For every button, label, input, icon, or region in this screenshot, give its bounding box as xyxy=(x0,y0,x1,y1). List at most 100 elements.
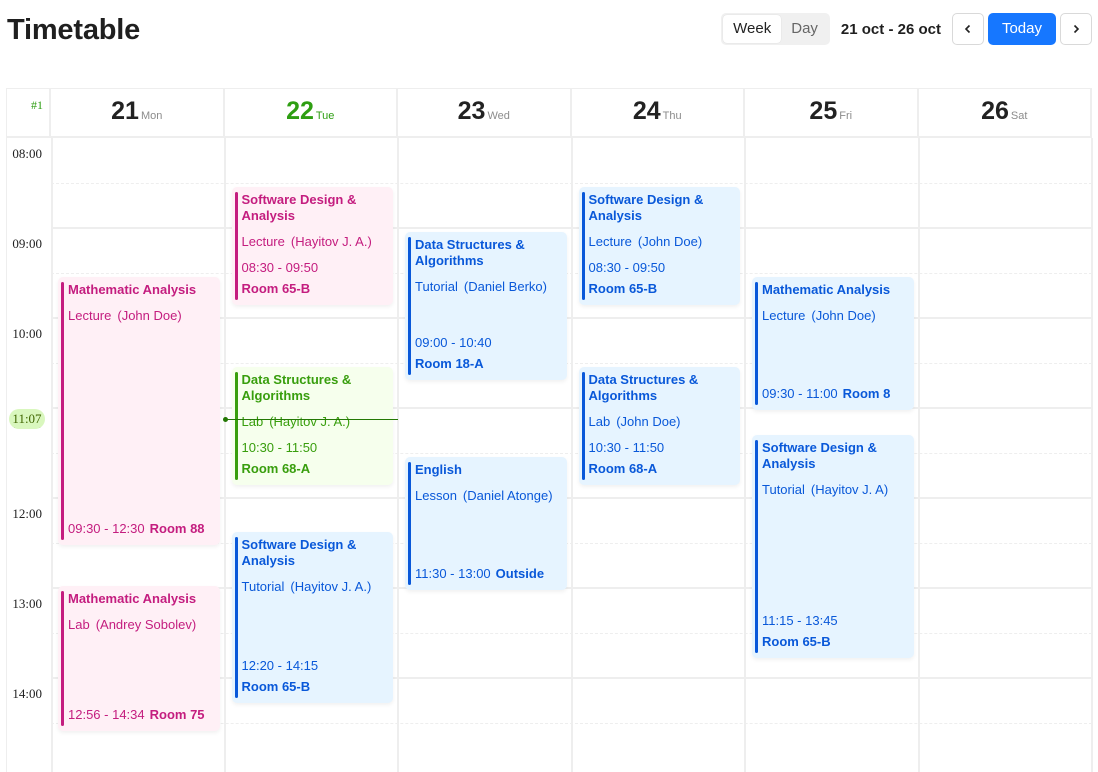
event-card[interactable]: Software Design & Analysis Lecture (Hayito… xyxy=(231,187,393,305)
column-divider xyxy=(917,138,920,772)
event-card[interactable]: Mathematic Analysis Lab (Andrey Sobolev) 12… xyxy=(58,586,220,731)
event-details: Lab (Andrey Sobolev) xyxy=(68,617,214,633)
event-card[interactable]: Data Structures & Algorithms Lab (John Doe… xyxy=(578,367,740,485)
toolbar: Week Day 21 oct - 26 oct Today xyxy=(721,13,1092,45)
event-card[interactable]: English Lesson (Daniel Atonge) 11:30 - 13:0… xyxy=(405,457,567,590)
event-card[interactable]: Data Structures & Algorithms Tutorial (Dan… xyxy=(405,232,567,380)
day-header[interactable]: 26 Sat xyxy=(919,89,1092,137)
event-time: 11:30 - 13:00 xyxy=(415,566,491,581)
event-type: Lab xyxy=(588,414,611,429)
event-footer: 11:15 - 13:45 Room 65-B xyxy=(762,613,910,650)
event-title: English xyxy=(415,462,462,477)
column-divider xyxy=(744,138,746,772)
event-room: Room 65-B xyxy=(241,678,311,694)
event-card[interactable]: Software Design & Analysis Tutorial (Hayit… xyxy=(231,532,393,703)
event-title: Software Design & Analysis xyxy=(241,537,357,568)
event-title: Mathematic Analysis xyxy=(762,282,891,297)
event-time: 09:00 - 10:40 xyxy=(415,335,492,350)
event-card[interactable]: Mathematic Analysis Lecture (John Doe) 09:3… xyxy=(752,277,914,410)
day-number: 23 xyxy=(457,97,486,125)
event-teacher: (Daniel Berko) xyxy=(463,279,547,294)
day-header[interactable]: 22 Tue xyxy=(225,89,398,137)
event-type: Tutorial xyxy=(762,481,805,497)
day-header[interactable]: 24 Thu xyxy=(572,89,745,137)
view-day-button[interactable]: Day xyxy=(781,15,828,43)
event-title: Mathematic Analysis xyxy=(68,591,197,606)
column-divider xyxy=(6,138,7,772)
event-details: Tutorial (Daniel Berko) xyxy=(415,279,561,295)
column-divider xyxy=(1091,138,1093,772)
event-room: Room 8 xyxy=(842,386,891,401)
date-range: 21 oct - 26 oct xyxy=(840,20,941,38)
next-week-button[interactable] xyxy=(1060,13,1092,45)
column-divider xyxy=(51,138,53,772)
hour-label: 14:00 xyxy=(12,686,42,701)
event-time: 08:30 - 09:50 xyxy=(588,260,666,275)
event-room: Room 88 xyxy=(149,521,205,536)
current-time-line xyxy=(224,418,398,420)
event-teacher: (John Doe) xyxy=(616,414,681,429)
event-teacher: (Hayitov J. A.) xyxy=(269,414,351,429)
event-details: Lecture (John Doe) xyxy=(762,308,908,324)
event-footer: 08:30 - 09:50 Room 65-B xyxy=(589,260,737,297)
event-details: Lecture (John Doe) xyxy=(589,234,735,250)
hour-label: 10:00 xyxy=(12,326,42,341)
day-header[interactable]: 21 Mon xyxy=(51,89,225,137)
event-time: 08:30 - 09:50 xyxy=(241,260,319,275)
today-button[interactable]: Today xyxy=(987,13,1056,45)
event-type: Lecture xyxy=(241,234,285,249)
hour-label: 08:00 xyxy=(12,146,42,161)
event-footer: 12:20 - 14:15 Room 65-B xyxy=(242,658,390,695)
event-details: Tutorial (Hayitov J. A) xyxy=(762,482,908,498)
event-footer: 09:30 - 12:30 Room 88 xyxy=(68,521,216,537)
calendar-grid: 08:0009:0010:0011:0012:0013:0014:00Mathe… xyxy=(6,138,1093,772)
day-header[interactable]: 23 Wed xyxy=(398,89,572,137)
event-type: Tutorial xyxy=(241,579,285,594)
event-time: 10:30 - 11:50 xyxy=(588,440,665,455)
day-name: Mon xyxy=(140,110,163,122)
event-teacher: (John Doe) xyxy=(637,234,703,249)
event-teacher: (Hayitov J. A.) xyxy=(290,579,372,594)
page-title: Timetable xyxy=(7,14,141,46)
event-type: Lecture xyxy=(588,234,632,249)
view-week-button[interactable]: Week xyxy=(723,15,782,43)
event-teacher: (Hayitov J. A) xyxy=(810,481,889,497)
event-title: Software Design & Analysis xyxy=(241,192,357,223)
prev-week-button[interactable] xyxy=(951,13,984,45)
event-time: 09:30 - 12:30 xyxy=(68,521,145,536)
event-type: Lesson xyxy=(415,488,457,503)
column-divider xyxy=(397,138,399,772)
event-footer: 11:30 - 13:00 Outside xyxy=(415,566,563,582)
event-footer: 09:30 - 11:00 Room 8 xyxy=(762,386,910,402)
event-title: Software Design & Analysis xyxy=(762,439,877,471)
event-teacher: (Hayitov J. A.) xyxy=(290,234,372,249)
day-name: Tue xyxy=(315,110,335,122)
day-header[interactable]: 25 Fri xyxy=(745,89,919,137)
column-divider xyxy=(570,138,573,772)
day-name: Sat xyxy=(1010,110,1028,122)
event-room: Room 75 xyxy=(149,707,205,722)
event-room: Room 68-A xyxy=(241,461,311,476)
event-title: Software Design & Analysis xyxy=(588,192,704,223)
event-type: Lab xyxy=(241,414,264,429)
event-card[interactable]: Data Structures & Algorithms Lab (Hayitov … xyxy=(231,367,393,485)
event-time: 11:15 - 13:45 xyxy=(762,612,838,628)
chevron-right-icon xyxy=(1073,24,1080,34)
day-name: Thu xyxy=(662,110,682,122)
event-type: Lecture xyxy=(68,308,112,323)
event-room: Room 68-A xyxy=(588,461,658,476)
current-time-dot xyxy=(222,416,228,422)
day-name: Wed xyxy=(487,110,510,122)
chevron-left-icon xyxy=(964,24,971,34)
day-number: 24 xyxy=(632,97,661,125)
event-time: 12:56 - 14:34 xyxy=(68,707,145,722)
event-title: Data Structures & Algorithms xyxy=(415,237,525,268)
event-details: Tutorial (Hayitov J. A.) xyxy=(242,579,388,595)
event-footer: 10:30 - 11:50 Room 68-A xyxy=(589,440,737,477)
event-card[interactable]: Software Design & Analysis Lecture (John D… xyxy=(578,187,740,305)
event-card[interactable]: Mathematic Analysis Lecture (John Doe) 09:3… xyxy=(58,277,220,545)
event-card[interactable]: Software Design & Analysis Tutorial (Hayit… xyxy=(752,434,914,658)
hour-label: 12:00 xyxy=(12,506,42,521)
event-room: Room 65-B xyxy=(588,281,658,296)
event-footer: 09:00 - 10:40 Room 18-A xyxy=(415,335,563,372)
